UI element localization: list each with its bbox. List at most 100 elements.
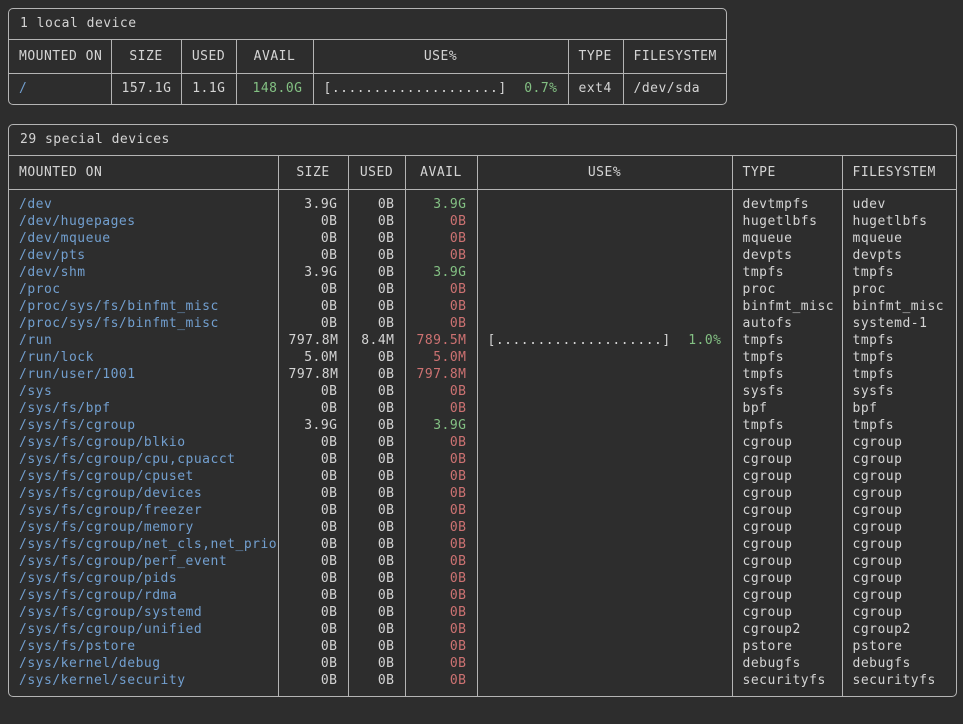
mount-point: /sys/fs/cgroup/perf_event xyxy=(9,553,278,570)
fs-type: debugfs xyxy=(732,655,842,672)
fs-type: cgroup xyxy=(732,451,842,468)
use-percent-cell xyxy=(477,621,732,638)
filesystem: pstore xyxy=(842,638,956,655)
table-row: /run 797.8M 8.4M 789.5M [...............… xyxy=(9,332,956,349)
use-percent-cell xyxy=(477,213,732,230)
use-percent-cell xyxy=(477,400,732,417)
avail-value: 0B xyxy=(405,247,477,264)
table-row: /proc 0B 0B 0B proc proc xyxy=(9,281,956,298)
table-row: /sys/fs/cgroup/unified 0B 0B 0B cgroup2 … xyxy=(9,621,956,638)
mount-point: /sys/fs/cgroup/systemd xyxy=(9,604,278,621)
mount-point: /sys/fs/cgroup xyxy=(9,417,278,434)
avail-value: 0B xyxy=(405,536,477,553)
used-value: 0B xyxy=(348,621,405,638)
special-devices-title: 29 special devices xyxy=(9,125,956,156)
filesystem: tmpfs xyxy=(842,366,956,383)
size-value: 0B xyxy=(278,672,348,696)
table-row: /run/lock 5.0M 0B 5.0M tmpfs tmpfs xyxy=(9,349,956,366)
usage-bar: [....................] xyxy=(488,332,671,349)
col-header-avail: AVAIL xyxy=(236,40,313,74)
avail-value: 0B xyxy=(405,655,477,672)
size-value: 0B xyxy=(278,502,348,519)
avail-value: 0B xyxy=(405,502,477,519)
fs-type: tmpfs xyxy=(732,264,842,281)
size-value: 0B xyxy=(278,451,348,468)
fs-type: cgroup xyxy=(732,485,842,502)
avail-value: 0B xyxy=(405,383,477,400)
mount-point: /dev/hugepages xyxy=(9,213,278,230)
table-row: /proc/sys/fs/binfmt_misc 0B 0B 0B binfmt… xyxy=(9,298,956,315)
fs-type: devpts xyxy=(732,247,842,264)
fs-type: ext4 xyxy=(568,74,623,105)
table-row: /sys/fs/cgroup/cpuset 0B 0B 0B cgroup cg… xyxy=(9,468,956,485)
mount-point: /proc/sys/fs/binfmt_misc xyxy=(9,315,278,332)
avail-value: 3.9G xyxy=(405,417,477,434)
use-percent-cell xyxy=(477,468,732,485)
filesystem: cgroup xyxy=(842,451,956,468)
used-value: 0B xyxy=(348,485,405,502)
fs-type: bpf xyxy=(732,400,842,417)
size-value: 3.9G xyxy=(278,264,348,281)
avail-value: 148.0G xyxy=(236,74,313,105)
used-value: 0B xyxy=(348,349,405,366)
col-header-size: SIZE xyxy=(278,156,348,190)
filesystem: tmpfs xyxy=(842,264,956,281)
avail-value: 0B xyxy=(405,468,477,485)
special-devices-table: 29 special devices MOUNTED ON SIZE USED … xyxy=(8,124,957,697)
filesystem: cgroup xyxy=(842,434,956,451)
used-value: 0B xyxy=(348,536,405,553)
size-value: 0B xyxy=(278,281,348,298)
special-devices-body: /dev 3.9G 0B 3.9G devtmpfs udev /dev/hug… xyxy=(9,190,956,697)
col-header-filesystem: FILESYSTEM xyxy=(623,40,726,74)
size-value: 0B xyxy=(278,587,348,604)
used-value: 0B xyxy=(348,383,405,400)
table-row: /sys/fs/cgroup/memory 0B 0B 0B cgroup cg… xyxy=(9,519,956,536)
mount-point: /run/user/1001 xyxy=(9,366,278,383)
size-value: 3.9G xyxy=(278,190,348,214)
avail-value: 0B xyxy=(405,604,477,621)
filesystem: devpts xyxy=(842,247,956,264)
table-row: /sys/fs/cgroup/pids 0B 0B 0B cgroup cgro… xyxy=(9,570,956,587)
table-row: /dev/shm 3.9G 0B 3.9G tmpfs tmpfs xyxy=(9,264,956,281)
filesystem: mqueue xyxy=(842,230,956,247)
size-value: 0B xyxy=(278,247,348,264)
mount-point: /dev/pts xyxy=(9,247,278,264)
mount-point: /run/lock xyxy=(9,349,278,366)
fs-type: cgroup xyxy=(732,502,842,519)
special-devices-header-row: MOUNTED ON SIZE USED AVAIL USE% TYPE FIL… xyxy=(9,156,956,190)
avail-value: 3.9G xyxy=(405,190,477,214)
fs-type: cgroup xyxy=(732,434,842,451)
used-value: 0B xyxy=(348,672,405,696)
col-header-filesystem: FILESYSTEM xyxy=(842,156,956,190)
used-value: 0B xyxy=(348,570,405,587)
local-devices-table: 1 local device MOUNTED ON SIZE USED AVAI… xyxy=(8,8,727,105)
size-value: 0B xyxy=(278,553,348,570)
use-percent-cell xyxy=(477,383,732,400)
avail-value: 0B xyxy=(405,638,477,655)
use-percent-cell xyxy=(477,553,732,570)
fs-type: mqueue xyxy=(732,230,842,247)
use-percent-cell xyxy=(477,366,732,383)
filesystem: cgroup xyxy=(842,570,956,587)
used-value: 0B xyxy=(348,230,405,247)
use-percent-cell xyxy=(477,230,732,247)
table-row: /run/user/1001 797.8M 0B 797.8M tmpfs tm… xyxy=(9,366,956,383)
mount-point: /sys/fs/cgroup/unified xyxy=(9,621,278,638)
table-row: /dev 3.9G 0B 3.9G devtmpfs udev xyxy=(9,190,956,214)
mount-point: /dev/shm xyxy=(9,264,278,281)
table-row: / 157.1G 1.1G 148.0G [..................… xyxy=(9,74,726,105)
used-value: 0B xyxy=(348,264,405,281)
fs-type: cgroup xyxy=(732,570,842,587)
col-header-type: TYPE xyxy=(732,156,842,190)
table-row: /sys/fs/bpf 0B 0B 0B bpf bpf xyxy=(9,400,956,417)
size-value: 0B xyxy=(278,570,348,587)
avail-value: 0B xyxy=(405,315,477,332)
fs-type: cgroup xyxy=(732,604,842,621)
usage-percent: 0.7% xyxy=(524,80,557,97)
fs-type: cgroup xyxy=(732,468,842,485)
used-value: 1.1G xyxy=(181,74,236,105)
col-header-mounted-on: MOUNTED ON xyxy=(9,40,111,74)
use-percent-cell xyxy=(477,451,732,468)
used-value: 0B xyxy=(348,451,405,468)
use-percent-cell xyxy=(477,519,732,536)
